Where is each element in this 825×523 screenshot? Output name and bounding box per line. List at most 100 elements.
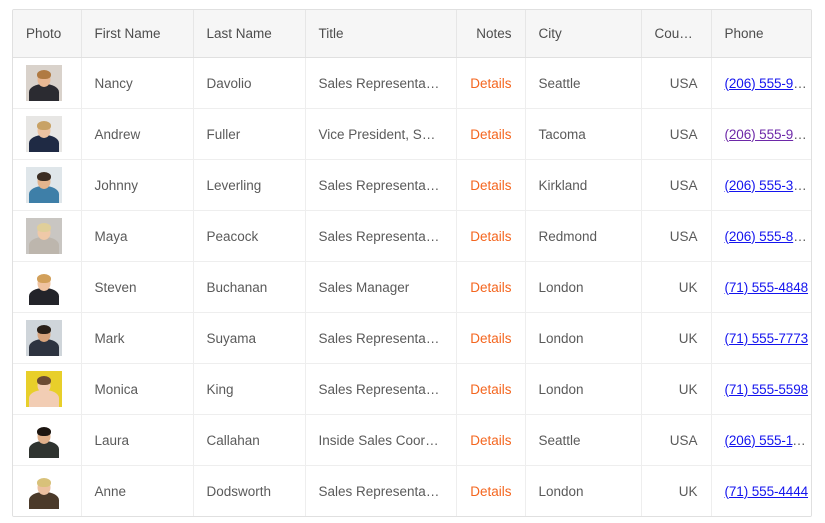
cell-notes: Details — [456, 108, 526, 160]
cell-first_name: Monica — [81, 363, 194, 415]
cell-country: UK — [641, 261, 712, 313]
cell-title: Inside Sales Coordi… — [305, 414, 457, 466]
phone-link[interactable]: (71) 555-7773 — [725, 331, 809, 346]
cell-phone: (71) 555-4848 — [711, 261, 811, 313]
table-row[interactable]: Andrew Fuller Vice President, Sales Details… — [13, 108, 812, 160]
cell-last_name: Callahan — [193, 414, 306, 466]
table-row[interactable]: Nancy Davolio Sales Representative Details S… — [13, 57, 812, 109]
column-header-first_name[interactable]: First Name — [81, 10, 194, 58]
column-header-phone[interactable]: Phone — [711, 10, 811, 58]
cell-photo — [13, 57, 82, 109]
phone-link[interactable]: (71) 555-4444 — [725, 484, 809, 499]
details-link[interactable]: Details — [470, 127, 511, 142]
cell-last_name: King — [193, 363, 306, 415]
cell-title: Sales Representative — [305, 57, 457, 109]
cell-country: UK — [641, 363, 712, 415]
cell-last_name: Peacock — [193, 210, 306, 262]
details-link[interactable]: Details — [470, 433, 511, 448]
cell-phone: (71) 555-4444 — [711, 465, 811, 516]
phone-link[interactable]: (206) 555-8122 — [725, 229, 812, 244]
phone-link[interactable]: (206) 555-1189 — [725, 433, 812, 448]
cell-notes: Details — [456, 363, 526, 415]
cell-city: Seattle — [525, 414, 642, 466]
cell-phone: (71) 555-7773 — [711, 312, 811, 364]
cell-country: USA — [641, 57, 712, 109]
cell-phone: (206) 555-9857 — [711, 57, 812, 109]
phone-link[interactable]: (71) 555-5598 — [725, 382, 809, 397]
employee-photo — [26, 371, 62, 407]
cell-last_name: Buchanan — [193, 261, 306, 313]
cell-notes: Details — [456, 414, 526, 466]
cell-first_name: Mark — [81, 312, 194, 364]
column-header-notes[interactable]: Notes — [456, 10, 526, 58]
cell-title: Sales Manager — [305, 261, 457, 313]
cell-city: Kirkland — [525, 159, 642, 211]
details-link[interactable]: Details — [470, 484, 511, 499]
cell-phone: (71) 555-5598 — [711, 363, 811, 415]
cell-notes: Details — [456, 159, 526, 211]
employees-data-grid: Photo First Name Last Name Title Notes City Co… — [12, 9, 812, 517]
cell-title: Sales Representative — [305, 312, 457, 364]
cell-city: Redmond — [525, 210, 642, 262]
cell-notes: Details — [456, 465, 526, 516]
cell-title: Vice President, Sales — [305, 108, 457, 160]
employee-photo — [26, 320, 62, 356]
cell-city: London — [525, 465, 642, 516]
cell-phone: (206) 555-3412 — [711, 159, 812, 211]
cell-title: Sales Representative — [305, 159, 457, 211]
table-row[interactable]: Mark Suyama Sales Representative Details Lon… — [13, 312, 811, 364]
employee-photo — [26, 218, 62, 254]
phone-link[interactable]: (71) 555-4848 — [725, 280, 809, 295]
column-header-city[interactable]: City — [525, 10, 642, 58]
details-link[interactable]: Details — [470, 331, 511, 346]
cell-last_name: Suyama — [193, 312, 306, 364]
cell-photo — [13, 363, 82, 415]
details-link[interactable]: Details — [470, 280, 511, 295]
employee-photo — [26, 269, 62, 305]
table-row[interactable]: Laura Callahan Inside Sales Coordi… Details… — [13, 414, 812, 466]
employee-photo — [26, 116, 62, 152]
column-header-country[interactable]: Country — [641, 10, 712, 58]
column-header-photo[interactable]: Photo — [13, 10, 82, 58]
cell-photo — [13, 159, 82, 211]
cell-first_name: Steven — [81, 261, 194, 313]
cell-last_name: Fuller — [193, 108, 306, 160]
cell-city: London — [525, 363, 642, 415]
cell-title: Sales Representative — [305, 363, 457, 415]
cell-city: Tacoma — [525, 108, 642, 160]
table-row[interactable]: Monica King Sales Representative Details Lon… — [13, 363, 811, 415]
cell-first_name: Anne — [81, 465, 194, 516]
table-row[interactable]: Maya Peacock Sales Representative Details Re… — [13, 210, 812, 262]
cell-city: London — [525, 261, 642, 313]
table-row[interactable]: Johnny Leverling Sales Representative Detai… — [13, 159, 812, 211]
column-header-title[interactable]: Title — [305, 10, 457, 58]
details-link[interactable]: Details — [470, 229, 511, 244]
cell-country: USA — [641, 159, 712, 211]
cell-photo — [13, 465, 82, 516]
cell-first_name: Andrew — [81, 108, 194, 160]
cell-title: Sales Representative — [305, 465, 457, 516]
cell-city: London — [525, 312, 642, 364]
cell-notes: Details — [456, 57, 526, 109]
cell-first_name: Nancy — [81, 57, 194, 109]
cell-photo — [13, 312, 82, 364]
cell-first_name: Maya — [81, 210, 194, 262]
header-row: Photo First Name Last Name Title Notes City Co… — [13, 10, 811, 58]
employee-photo — [26, 167, 62, 203]
details-link[interactable]: Details — [470, 178, 511, 193]
cell-photo — [13, 108, 82, 160]
phone-link[interactable]: (206) 555-9857 — [725, 76, 812, 91]
cell-country: USA — [641, 108, 712, 160]
table-row[interactable]: Steven Buchanan Sales Manager Details London… — [13, 261, 811, 313]
phone-link[interactable]: (206) 555-3412 — [725, 178, 812, 193]
details-link[interactable]: Details — [470, 76, 511, 91]
cell-country: UK — [641, 465, 712, 516]
table-row[interactable]: Anne Dodsworth Sales Representative Details… — [13, 465, 811, 516]
cell-notes: Details — [456, 261, 526, 313]
column-header-last_name[interactable]: Last Name — [193, 10, 306, 58]
cell-notes: Details — [456, 210, 526, 262]
cell-phone: (206) 555-8122 — [711, 210, 812, 262]
cell-phone: (206) 555-1189 — [711, 414, 812, 466]
details-link[interactable]: Details — [470, 382, 511, 397]
phone-link[interactable]: (206) 555-9482 — [725, 127, 812, 142]
